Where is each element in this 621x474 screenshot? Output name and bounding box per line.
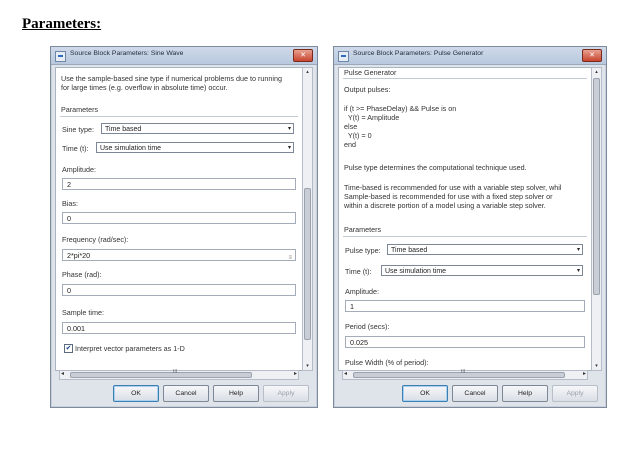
pulse-type-description: Pulse type determines the computational … xyxy=(344,163,527,172)
pulse-type-select[interactable]: Time based ▾ xyxy=(387,244,583,255)
chevron-down-icon: ▾ xyxy=(576,268,580,274)
cancel-button[interactable]: Cancel xyxy=(452,385,498,402)
ok-button[interactable]: OK xyxy=(402,385,448,402)
bias-label: Bias: xyxy=(62,199,78,208)
description-line-2: Sample-based is recommended for use with… xyxy=(344,192,553,201)
output-pulses-label: Output pulses: xyxy=(344,85,391,94)
code-line-4: Y(t) = 0 xyxy=(344,131,372,140)
pulse-time-select[interactable]: Use simulation time ▾ xyxy=(381,265,583,276)
pulse-amplitude-field[interactable]: 1 xyxy=(345,300,585,312)
simulink-block-icon xyxy=(338,51,349,62)
pulse-generator-dialog: Source Block Parameters: Pulse Generator… xyxy=(333,46,607,408)
pulse-dialog-titlebar[interactable]: Source Block Parameters: Pulse Generator… xyxy=(334,47,606,65)
phase-label: Phase (rad): xyxy=(62,270,102,279)
scroll-left-icon[interactable]: ◂ xyxy=(61,370,64,377)
pulse-dialog-title: Source Block Parameters: Pulse Generator xyxy=(353,50,484,57)
sine-time-label: Time (t): xyxy=(62,144,89,153)
sine-description-line-2: for large times (e.g. overflow in absolu… xyxy=(61,83,228,92)
amplitude-label: Amplitude: xyxy=(62,165,96,174)
help-button[interactable]: Help xyxy=(502,385,548,402)
scrollbar-thumb[interactable] xyxy=(70,372,252,378)
scrollbar-thumb[interactable] xyxy=(304,188,311,340)
sine-wave-dialog: Source Block Parameters: Sine Wave ✕ Use… xyxy=(50,46,318,408)
scroll-right-icon[interactable]: ▸ xyxy=(583,370,586,377)
pulse-dialog-content: Pulse Generator Output pulses: if (t >= … xyxy=(338,67,592,371)
ok-button[interactable]: OK xyxy=(113,385,159,402)
description-line-1: Time-based is recommended for use with a… xyxy=(344,183,562,192)
section-divider xyxy=(343,78,587,79)
vertical-scrollbar[interactable]: ▴ ▾ xyxy=(302,67,313,371)
interpret-vector-checkbox[interactable]: ✔ xyxy=(64,344,73,353)
scroll-left-icon[interactable]: ◂ xyxy=(344,370,347,377)
chevron-down-icon: ▾ xyxy=(576,247,580,253)
sine-button-row: OK Cancel Help Apply xyxy=(113,385,309,402)
pulse-amplitude-label: Amplitude: xyxy=(345,287,379,296)
vertical-scrollbar[interactable]: ▴ ▾ xyxy=(591,67,602,371)
sine-time-value: Use simulation time xyxy=(100,145,162,152)
sine-parameters-section-label: Parameters xyxy=(61,105,99,114)
help-button[interactable]: Help xyxy=(213,385,259,402)
pulse-time-label: Time (t): xyxy=(345,267,372,276)
cancel-button[interactable]: Cancel xyxy=(163,385,209,402)
code-line-1: if (t >= PhaseDelay) && Pulse is on xyxy=(344,104,457,113)
block-name-label: Pulse Generator xyxy=(344,68,397,77)
sine-type-select[interactable]: Time based ▾ xyxy=(101,123,294,134)
period-field[interactable]: 0.025 xyxy=(345,336,585,348)
close-icon[interactable]: ✕ xyxy=(293,49,313,62)
scroll-down-icon[interactable]: ▾ xyxy=(303,362,312,370)
section-divider xyxy=(60,116,298,117)
pulse-parameters-section-label: Parameters xyxy=(344,225,382,234)
page-heading: Parameters: xyxy=(22,16,102,32)
sine-dialog-title: Source Block Parameters: Sine Wave xyxy=(70,50,184,57)
frequency-field[interactable]: 2*pi*20 ≡ xyxy=(62,249,296,261)
sine-time-select[interactable]: Use simulation time ▾ xyxy=(96,142,294,153)
scroll-right-icon[interactable]: ▸ xyxy=(294,370,297,377)
resize-grip-icon: ≡ xyxy=(288,255,292,261)
code-line-5: end xyxy=(344,140,356,149)
horizontal-scrollbar[interactable]: ◂ III ▸ xyxy=(59,369,299,380)
sine-type-label: Sine type: xyxy=(62,125,94,134)
interpret-vector-label: Interpret vector parameters as 1-D xyxy=(75,344,185,353)
section-divider xyxy=(343,236,587,237)
chevron-down-icon: ▾ xyxy=(287,126,291,132)
checkmark-icon: ✔ xyxy=(65,345,72,352)
close-icon[interactable]: ✕ xyxy=(582,49,602,62)
phase-field[interactable]: 0 xyxy=(62,284,296,296)
description-line-3: within a discrete portion of a model usi… xyxy=(344,201,546,210)
scrollbar-thumb[interactable] xyxy=(593,78,600,295)
bias-field[interactable]: 0 xyxy=(62,212,296,224)
sine-dialog-titlebar[interactable]: Source Block Parameters: Sine Wave ✕ xyxy=(51,47,317,65)
sine-type-value: Time based xyxy=(105,126,142,133)
apply-button[interactable]: Apply xyxy=(552,385,598,402)
period-label: Period (secs): xyxy=(345,322,390,331)
scrollbar-grip-icon: III xyxy=(461,369,466,375)
sine-dialog-content: Use the sample-based sine type if numeri… xyxy=(55,67,303,371)
pulse-button-row: OK Cancel Help Apply xyxy=(402,385,598,402)
sample-time-label: Sample time: xyxy=(62,308,104,317)
chevron-down-icon: ▾ xyxy=(287,145,291,151)
pulse-width-label: Pulse Width (% of period): xyxy=(345,358,429,367)
apply-button[interactable]: Apply xyxy=(263,385,309,402)
scrollbar-thumb[interactable] xyxy=(353,372,565,378)
code-line-3: else xyxy=(344,122,358,131)
scroll-up-icon[interactable]: ▴ xyxy=(303,68,312,76)
horizontal-scrollbar[interactable]: ◂ III ▸ xyxy=(342,369,588,380)
frequency-label: Frequency (rad/sec): xyxy=(62,235,129,244)
sine-description-line-1: Use the sample-based sine type if numeri… xyxy=(61,74,282,83)
amplitude-field[interactable]: 2 xyxy=(62,178,296,190)
sample-time-field[interactable]: 0.001 xyxy=(62,322,296,334)
pulse-type-label: Pulse type: xyxy=(345,246,381,255)
pulse-time-value: Use simulation time xyxy=(385,268,447,275)
pulse-type-value: Time based xyxy=(391,247,428,254)
scroll-down-icon[interactable]: ▾ xyxy=(592,362,601,370)
code-line-2: Y(t) = Amplitude xyxy=(344,113,400,122)
frequency-value: 2*pi*20 xyxy=(67,251,91,260)
scrollbar-grip-icon: III xyxy=(173,369,178,375)
scroll-up-icon[interactable]: ▴ xyxy=(592,68,601,76)
simulink-block-icon xyxy=(55,51,66,62)
